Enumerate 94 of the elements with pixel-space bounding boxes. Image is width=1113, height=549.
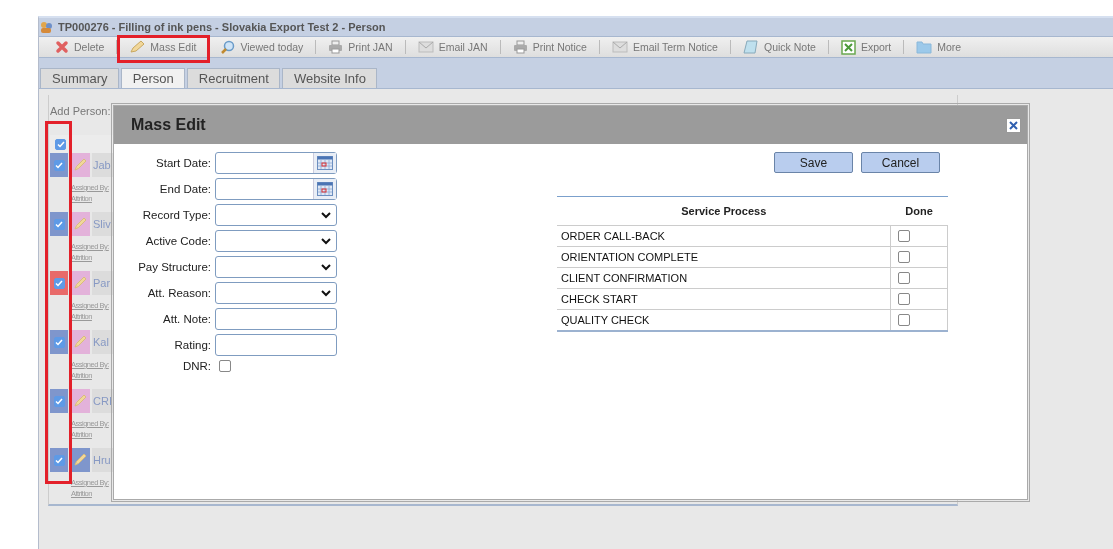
field-label: Rating: [173,339,211,351]
toolbar-button[interactable]: Viewed today [213,38,312,56]
printer-icon [328,40,344,54]
pencil-icon [73,217,87,231]
chevron-down-icon [321,211,331,219]
dropdown[interactable] [215,204,337,226]
field-label: Start Date: [155,157,211,169]
dialog-button[interactable]: Save [774,152,853,173]
toolbar-button[interactable]: Delete [47,38,113,56]
person-name[interactable]: Hru [92,448,114,472]
close-button[interactable] [1006,118,1021,133]
field-label: Active Code: [144,235,211,247]
pencil-icon [73,158,87,172]
field-label: End Date: [158,183,211,195]
person-name[interactable]: Par [92,271,114,295]
edit-cell[interactable] [70,448,90,472]
field-label: Att. Note: [162,313,211,325]
tab[interactable]: Website Info [281,68,377,88]
search-icon [221,40,236,54]
table-cell: ORDER CALL-BACK [557,225,891,247]
toolbar-button[interactable]: Mass Edit [121,38,205,56]
edit-cell[interactable] [70,389,90,413]
notepad-icon [742,40,759,54]
chevron-down-icon [321,289,331,297]
date-field[interactable] [215,178,337,200]
edit-cell[interactable] [70,212,90,236]
checkbox[interactable] [53,218,65,230]
person-name[interactable]: Sliv [92,212,114,236]
edit-cell[interactable] [70,330,90,354]
envelope-icon [417,41,434,53]
dialog-title: Mass Edit [131,116,206,134]
toolbar-button[interactable]: Quick Note [734,38,824,56]
add-person-label: Add Person: [49,104,111,119]
input-field[interactable] [215,308,337,330]
folder-icon [916,40,933,54]
person-name[interactable]: Kal [92,330,114,354]
field-label: Record Type: [141,209,211,221]
chevron-down-icon [321,237,331,245]
checkbox[interactable] [898,293,910,305]
pencil-icon [73,453,87,467]
toolbar-button[interactable]: Export [832,38,900,56]
tab[interactable]: Person [120,68,185,88]
dropdown[interactable] [215,282,337,304]
close-icon [1009,121,1018,130]
dropdown[interactable] [215,256,337,278]
table-cell: CHECK START [557,288,891,310]
checkbox[interactable] [53,336,65,348]
tab[interactable]: Summary [40,68,119,88]
toolbar-button[interactable]: Print Notice [504,38,595,56]
table-cell: CLIENT CONFIRMATION [557,267,891,289]
toolbar-button[interactable]: More [908,38,970,56]
checkbox[interactable] [898,230,910,242]
calendar-button[interactable] [313,153,336,173]
column-header: Done [890,196,948,226]
checkbox[interactable] [898,251,910,263]
dialog-button[interactable]: Cancel [861,152,940,173]
checkbox[interactable] [53,395,65,407]
dropdown[interactable] [215,230,337,252]
person-name[interactable]: CRI [92,389,114,413]
checkbox[interactable] [53,277,65,289]
edit-cell[interactable] [70,153,90,177]
printer-icon [512,40,528,54]
edit-cell[interactable] [70,271,90,295]
checkbox[interactable] [53,454,65,466]
field-label: Att. Reason: [146,287,211,299]
toolbar-button[interactable]: Email JAN [409,38,496,56]
checkbox[interactable] [55,138,66,150]
input-field[interactable] [215,334,337,356]
field-label: DNR: [181,360,211,372]
pencil-icon [73,276,87,290]
tab[interactable]: Recruitment [186,68,280,88]
toolbar-button[interactable]: Email Term Notice [603,38,726,56]
field-label: Pay Structure: [137,261,211,273]
table-cell: ORIENTATION COMPLETE [557,246,891,268]
person-name[interactable]: Jab [92,153,114,177]
calendar-button[interactable] [313,179,336,199]
checkbox[interactable] [898,272,910,284]
column-header: Service Process [557,196,891,226]
envelope-icon [611,41,628,53]
date-field[interactable] [215,152,337,174]
people-icon [39,20,53,34]
spreadsheet-icon [840,39,856,55]
window-title: TP000276 - Filling of ink pens - Slovakia Export Test 2 - Person [58,21,386,33]
checkbox[interactable] [219,360,231,372]
calendar-icon [317,182,333,196]
chevron-down-icon [321,263,331,271]
delete-icon [55,40,69,54]
calendar-icon [317,156,333,170]
checkbox[interactable] [898,314,910,326]
pencil-icon [73,335,87,349]
pencil-icon [129,40,146,54]
checkbox[interactable] [53,159,65,171]
pencil-icon [73,394,87,408]
toolbar-button[interactable]: Print JAN [320,38,401,56]
